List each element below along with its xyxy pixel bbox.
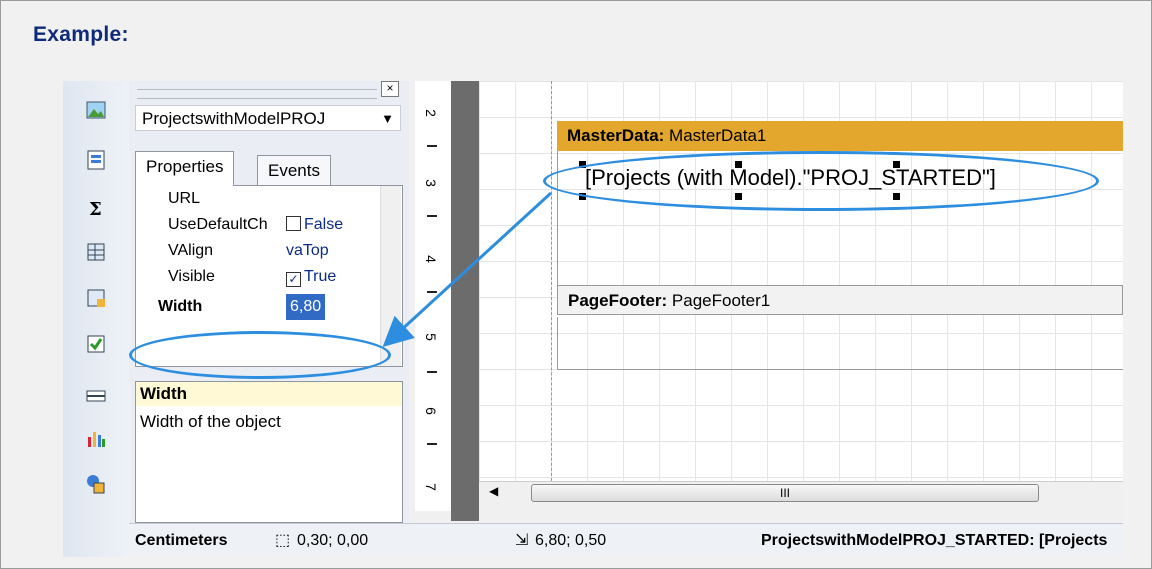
- ruler-number: 2: [422, 109, 439, 117]
- band-type-label: MasterData:: [567, 126, 665, 145]
- position-icon: ⬚: [275, 532, 291, 549]
- line-icon[interactable]: [85, 385, 107, 407]
- description-text: Width of the object: [140, 412, 281, 431]
- scroll-left-icon[interactable]: ◀: [489, 484, 498, 498]
- property-row-url[interactable]: URL: [136, 186, 400, 212]
- ruler-tick: [427, 291, 437, 293]
- page-margin-line: [551, 81, 553, 501]
- subreport-icon[interactable]: [85, 149, 107, 171]
- picture-icon[interactable]: [85, 99, 107, 121]
- report-designer-screenshot: Σ × ProjectswithModelPROJ ▼ Properties E…: [63, 81, 1123, 557]
- pagefooter-band-body[interactable]: [557, 317, 1123, 370]
- ruler-number: 6: [422, 407, 439, 415]
- tab-events[interactable]: Events: [257, 155, 331, 186]
- component-toolbar: Σ: [63, 81, 130, 557]
- chevron-down-icon: ▼: [381, 111, 394, 126]
- object-selector-value: ProjectswithModelPROJ: [142, 109, 326, 128]
- width-value-input[interactable]: 6,80: [286, 294, 326, 320]
- description-title: Width: [136, 382, 402, 406]
- close-icon[interactable]: ×: [381, 81, 399, 97]
- band-type-label: PageFooter:: [568, 291, 668, 310]
- ruler-number: 7: [422, 483, 439, 491]
- panel-grip[interactable]: [137, 89, 377, 99]
- design-surface[interactable]: MasterData: MasterData1 [Projects (with …: [479, 81, 1123, 501]
- status-bar: Centimeters ⬚ 0,30; 0,00 ⇲ 6,80; 0,50 Pr…: [129, 523, 1123, 557]
- band-name: MasterData1: [669, 126, 767, 145]
- ruler-tick: [427, 371, 437, 373]
- status-units: Centimeters: [135, 532, 228, 549]
- ruler-tick: [427, 443, 437, 445]
- sum-icon[interactable]: Σ: [85, 197, 107, 219]
- checkbox-unchecked[interactable]: [286, 216, 301, 231]
- property-value: False: [304, 216, 344, 233]
- property-name: VAlign: [168, 242, 214, 259]
- example-frame: Example: Σ × ProjectswithModelPROJ ▼ Pro…: [0, 0, 1152, 569]
- vertical-ruler: 2 3 4 5 6 7: [415, 81, 452, 511]
- crosstab-icon[interactable]: [85, 287, 107, 309]
- ruler-tick: [427, 215, 437, 217]
- checkbox-checked[interactable]: ✓: [286, 272, 301, 287]
- status-object: ProjectswithModelPROJ_STARTED: [Projects: [761, 532, 1108, 549]
- ruler-number: 5: [422, 333, 439, 341]
- scroll-thumb[interactable]: III: [531, 484, 1039, 502]
- ruler-number: 4: [422, 255, 439, 263]
- property-name: Width: [158, 298, 203, 315]
- property-row-usedefaultcharset[interactable]: UseDefaultCh False: [136, 212, 400, 238]
- band-name: PageFooter1: [671, 291, 771, 310]
- shapes-icon[interactable]: [85, 473, 107, 495]
- workspace-divider: [451, 81, 479, 521]
- svg-text:Σ: Σ: [89, 199, 102, 219]
- tab-properties[interactable]: Properties: [135, 151, 235, 186]
- object-selector[interactable]: ProjectswithModelPROJ ▼: [135, 105, 401, 131]
- chart-icon[interactable]: [85, 427, 107, 449]
- highlight-ellipse-textobject: [543, 151, 1099, 211]
- table-icon[interactable]: [85, 241, 107, 263]
- horizontal-scrollbar[interactable]: ◀ III: [479, 481, 1123, 504]
- example-heading: Example:: [33, 23, 129, 46]
- property-value: vaTop: [286, 242, 329, 259]
- highlight-ellipse-width: [129, 331, 391, 379]
- property-name: UseDefaultCh: [168, 216, 268, 233]
- checkbox-icon[interactable]: [85, 333, 107, 355]
- object-inspector: × ProjectswithModelPROJ ▼ Properties Eve…: [129, 81, 409, 557]
- property-value: True: [304, 268, 337, 285]
- status-size: 6,80; 0,50: [535, 532, 607, 549]
- property-scrollbar[interactable]: [380, 186, 401, 366]
- status-position: 0,30; 0,00: [297, 532, 369, 549]
- property-row-valign[interactable]: VAlign vaTop: [136, 238, 400, 264]
- size-icon: ⇲: [515, 532, 529, 549]
- ruler-number: 3: [422, 179, 439, 187]
- property-row-visible[interactable]: Visible ✓ True: [136, 264, 400, 290]
- property-name: URL: [168, 190, 201, 207]
- property-name: Visible: [168, 268, 215, 285]
- pagefooter-band-header[interactable]: PageFooter: PageFooter1: [557, 285, 1123, 315]
- property-description: Width Width of the object: [135, 381, 403, 523]
- ruler-tick: [427, 145, 437, 147]
- masterdata-band-header[interactable]: MasterData: MasterData1: [557, 121, 1123, 151]
- property-row-width[interactable]: Width 6,80: [136, 294, 400, 320]
